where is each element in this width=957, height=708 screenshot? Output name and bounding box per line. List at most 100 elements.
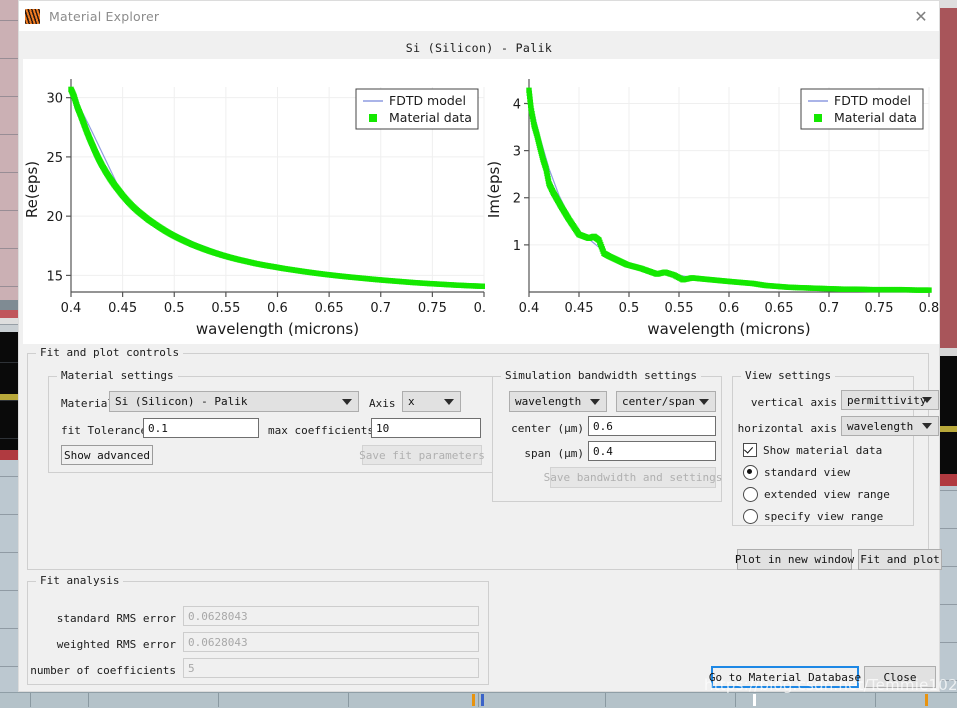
standard-rms-error-value-field: 0.0628043	[183, 606, 479, 626]
center-label: center (μm)	[499, 422, 584, 435]
show-material-data-checkbox[interactable]	[743, 443, 757, 457]
timeline-tick	[478, 693, 479, 707]
background-band	[0, 400, 18, 450]
svg-text:1: 1	[513, 239, 521, 254]
max-coefficients-value: 10	[376, 423, 389, 434]
timeline-tick	[875, 693, 876, 707]
plot-in-new-window-button[interactable]: Plot in new window	[737, 549, 852, 570]
background-band	[940, 348, 957, 356]
radio-extended-view-range[interactable]: extended view range	[743, 487, 890, 502]
material-settings-group: Material settings Material Si (Silicon) …	[48, 376, 500, 473]
bandwidth-mode-select[interactable]: center/span	[616, 391, 716, 412]
horizontal-axis-label: horizontal axis	[733, 422, 837, 435]
chevron-down-icon	[342, 399, 352, 405]
show-material-data-checkbox-row[interactable]: Show material data	[743, 443, 882, 457]
svg-text:0.6: 0.6	[267, 301, 288, 316]
fit-analysis-group: Fit analysis standard RMS error 0.062804…	[27, 581, 489, 685]
number-of-coefficients-label: number of coefficients	[28, 664, 176, 677]
fit-tolerance-input[interactable]: 0.1	[143, 418, 259, 438]
radio-extended-view-range-button[interactable]	[743, 487, 758, 502]
number-of-coefficients-value-field: 5	[183, 658, 479, 678]
bandwidth-settings-legend: Simulation bandwidth settings	[501, 369, 701, 382]
svg-text:0.4: 0.4	[61, 301, 82, 316]
chevron-down-icon	[590, 399, 600, 405]
chevron-down-icon	[922, 397, 932, 403]
svg-text:3: 3	[513, 145, 521, 160]
chevron-down-icon	[444, 399, 454, 405]
go-to-material-database-button[interactable]: Go to Material Database	[711, 666, 859, 688]
background-gridline	[940, 528, 957, 529]
background-band	[0, 0, 18, 300]
im-eps-plot-svg: 12340.40.450.50.550.60.650.70.750.8wavel…	[485, 59, 939, 344]
fit-tolerance-value: 0.1	[148, 423, 168, 434]
window-title: Material Explorer	[49, 9, 159, 24]
svg-text:0.5: 0.5	[164, 301, 185, 316]
show-advanced-button[interactable]: Show advanced	[61, 445, 153, 465]
svg-text:0.4: 0.4	[519, 301, 540, 316]
axis-select[interactable]: x	[402, 391, 461, 412]
vertical-axis-select[interactable]: permittivity	[841, 390, 939, 410]
timeline-marker	[753, 694, 756, 706]
go-to-material-database-label: Go to Material Database	[709, 671, 861, 684]
background-gridline	[0, 96, 18, 97]
material-select[interactable]: Si (Silicon) - Palik	[109, 391, 359, 412]
radio-standard-view-button[interactable]	[743, 465, 758, 480]
radio-standard-view[interactable]: standard view	[743, 465, 850, 480]
svg-text:15: 15	[46, 269, 63, 284]
fit-and-plot-button[interactable]: Fit and plot	[858, 549, 942, 570]
svg-text:0.65: 0.65	[765, 301, 794, 316]
material-label: Material	[61, 397, 114, 410]
save-fit-parameters-label: Save fit parameters	[359, 449, 485, 462]
background-band	[940, 432, 957, 474]
fit-and-plot-label: Fit and plot	[860, 553, 939, 566]
background-band	[0, 300, 18, 310]
svg-text:0.45: 0.45	[108, 301, 137, 316]
svg-text:0.55: 0.55	[211, 301, 240, 316]
timeline-marker	[472, 694, 475, 706]
horizontal-axis-value: wavelength	[847, 420, 913, 433]
span-value: 0.4	[593, 446, 613, 457]
radio-specify-view-range[interactable]: specify view range	[743, 509, 883, 524]
material-settings-legend: Material settings	[57, 369, 178, 382]
chevron-down-icon	[699, 399, 709, 405]
horizontal-axis-select[interactable]: wavelength	[841, 416, 939, 436]
svg-text:Material data: Material data	[834, 110, 917, 125]
svg-text:2: 2	[513, 192, 521, 207]
timeline-tick	[735, 693, 736, 707]
lumerical-logo-icon	[25, 9, 40, 24]
center-value: 0.6	[593, 421, 613, 432]
bandwidth-quantity-select[interactable]: wavelength	[509, 391, 607, 412]
timeline-tick	[605, 693, 606, 707]
timeline-marker	[925, 694, 928, 706]
close-button-label: Close	[883, 671, 916, 684]
background-gridline	[0, 400, 18, 401]
background-gridline	[0, 134, 18, 135]
background-gridline	[0, 514, 18, 515]
background-gridline	[0, 210, 18, 211]
background-gridline	[0, 590, 18, 591]
timeline-tick	[30, 693, 31, 707]
im-eps-plot: 12340.40.450.50.550.60.650.70.750.8wavel…	[485, 59, 939, 344]
standard-rms-error-value: 0.0628043	[188, 611, 248, 622]
background-band	[940, 486, 957, 692]
axis-select-value: x	[408, 395, 415, 408]
max-coefficients-input[interactable]: 10	[371, 418, 481, 438]
background-gridline	[940, 566, 957, 567]
svg-text:FDTD model: FDTD model	[389, 93, 466, 108]
close-icon[interactable]: ✕	[909, 6, 933, 26]
background-gridline	[0, 20, 18, 21]
weighted-rms-error-label: weighted RMS error	[28, 638, 176, 651]
span-input[interactable]: 0.4	[588, 441, 716, 461]
background-gridline	[0, 58, 18, 59]
bandwidth-settings-group: Simulation bandwidth settings wavelength…	[492, 376, 722, 502]
radio-specify-view-range-button[interactable]	[743, 509, 758, 524]
close-button[interactable]: Close	[864, 666, 936, 688]
center-input[interactable]: 0.6	[588, 416, 716, 436]
svg-text:0.7: 0.7	[819, 301, 840, 316]
background-band	[940, 0, 957, 8]
timeline-marker	[481, 694, 484, 706]
background-band	[0, 310, 18, 318]
weighted-rms-error-value-field: 0.0628043	[183, 632, 479, 652]
vertical-axis-value: permittivity	[847, 394, 926, 407]
span-label: span (μm)	[499, 447, 584, 460]
